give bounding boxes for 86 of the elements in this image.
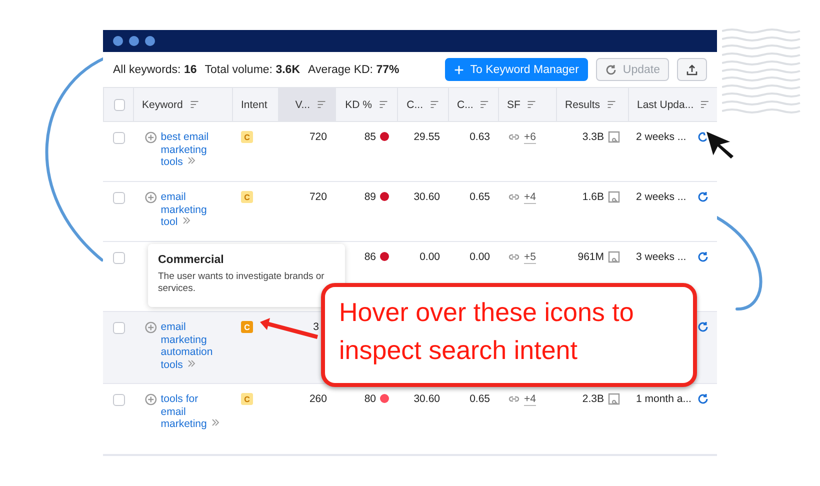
tooltip-text: The user wants to investigate brands or services. xyxy=(158,271,326,295)
chevrons-icon xyxy=(210,418,221,427)
sort-icon xyxy=(526,100,538,109)
cpc-text: 30.60 xyxy=(414,191,440,203)
column-header[interactable]: Keyword xyxy=(133,88,232,121)
sort-icon xyxy=(316,100,327,109)
summary-stat: Total volume: 3.6K xyxy=(204,64,300,76)
row-checkbox[interactable] xyxy=(113,192,125,204)
chevrons-icon xyxy=(180,216,192,225)
keyword-link[interactable]: tools for email marketing xyxy=(160,393,224,430)
keyword-link[interactable]: best email marketing tools xyxy=(160,131,224,168)
refresh-icon xyxy=(697,131,709,143)
serp-features-count[interactable]: +6 xyxy=(524,131,536,144)
window-dot xyxy=(129,36,139,46)
column-header[interactable]: C... xyxy=(448,88,498,121)
row-checkbox[interactable] xyxy=(113,322,125,334)
last-update-text: 2 weeks ... xyxy=(636,191,686,203)
refresh-icon xyxy=(697,393,709,405)
serp-icon xyxy=(608,393,620,405)
add-icon xyxy=(145,321,157,334)
export-button[interactable] xyxy=(677,58,707,81)
chevrons-icon xyxy=(186,358,197,368)
column-header[interactable]: Results xyxy=(556,88,628,121)
results-text: 961M xyxy=(578,251,604,263)
select-all-checkbox[interactable] xyxy=(114,99,125,111)
pointer-arrow xyxy=(258,318,320,340)
add-icon xyxy=(145,131,157,144)
window-dot xyxy=(113,36,123,46)
competition-text: 0.65 xyxy=(470,191,490,203)
summary-stat: All keywords: 16 xyxy=(113,64,197,76)
results-text: 3.3B xyxy=(582,131,604,143)
export-icon xyxy=(686,64,698,76)
serp-icon xyxy=(608,131,620,143)
competition-text: 0.65 xyxy=(470,393,490,405)
competition-text: 0.63 xyxy=(470,131,490,143)
volume-text: 260 xyxy=(309,393,327,405)
column-header[interactable]: Last Upda... xyxy=(628,88,717,121)
keyword-link[interactable]: email marketing tool xyxy=(160,191,224,228)
column-header[interactable]: SF xyxy=(498,88,556,121)
column-header[interactable]: KD % xyxy=(335,88,397,121)
volume-text: 3 xyxy=(313,321,319,333)
add-icon xyxy=(145,191,157,204)
kd-text: 80 xyxy=(364,393,376,405)
plus-icon xyxy=(454,64,464,74)
serp-features-count[interactable]: +5 xyxy=(524,251,536,264)
results-text: 1.6B xyxy=(582,191,604,203)
keyword-link[interactable]: email marketing automation tools xyxy=(160,321,224,371)
cpc-text: 30.60 xyxy=(414,393,440,405)
serp-icon xyxy=(608,251,620,263)
volume-text: 720 xyxy=(309,131,327,143)
row-checkbox[interactable] xyxy=(113,252,125,264)
sort-icon xyxy=(479,100,490,109)
kd-text: 89 xyxy=(364,191,376,203)
serp-icon xyxy=(608,191,620,203)
callout-text: Hover over these icons to inspect search intent xyxy=(339,296,635,367)
sort-icon xyxy=(700,100,709,109)
refresh-icon xyxy=(697,251,709,263)
refresh-icon xyxy=(604,64,617,76)
row-checkbox[interactable] xyxy=(113,132,125,144)
summary-stat: Average KD: 77% xyxy=(308,64,400,76)
column-header[interactable]: C... xyxy=(397,88,448,121)
sort-icon xyxy=(378,100,389,109)
sort-icon xyxy=(429,100,440,109)
chevrons-icon xyxy=(186,156,197,165)
refresh-icon xyxy=(697,321,709,333)
volume-text: 720 xyxy=(309,191,327,203)
last-update-text: 1 month a... xyxy=(636,393,692,405)
results-text: 2.3B xyxy=(582,393,604,405)
serp-features-count[interactable]: +4 xyxy=(524,191,536,204)
cpc-text: 29.55 xyxy=(414,131,440,143)
competition-text: 0.00 xyxy=(470,251,490,263)
column-header[interactable]: V... xyxy=(278,88,335,121)
kd-text: 86 xyxy=(364,251,376,263)
sort-icon xyxy=(188,100,200,109)
add-icon xyxy=(145,393,157,406)
cpc-text: 0.00 xyxy=(420,251,440,263)
last-update-text: 2 weeks ... xyxy=(636,131,686,143)
refresh-icon xyxy=(697,191,709,203)
keyword-manager-button[interactable]: To Keyword Manager xyxy=(445,58,588,81)
serp-features-count[interactable]: +4 xyxy=(524,393,536,406)
row-checkbox[interactable] xyxy=(113,394,125,406)
last-update-text: 3 weeks ... xyxy=(636,251,686,263)
window-dot xyxy=(145,36,155,46)
tooltip-title: Commercial xyxy=(158,254,225,266)
kd-text: 85 xyxy=(364,131,376,143)
sort-icon xyxy=(606,100,618,109)
